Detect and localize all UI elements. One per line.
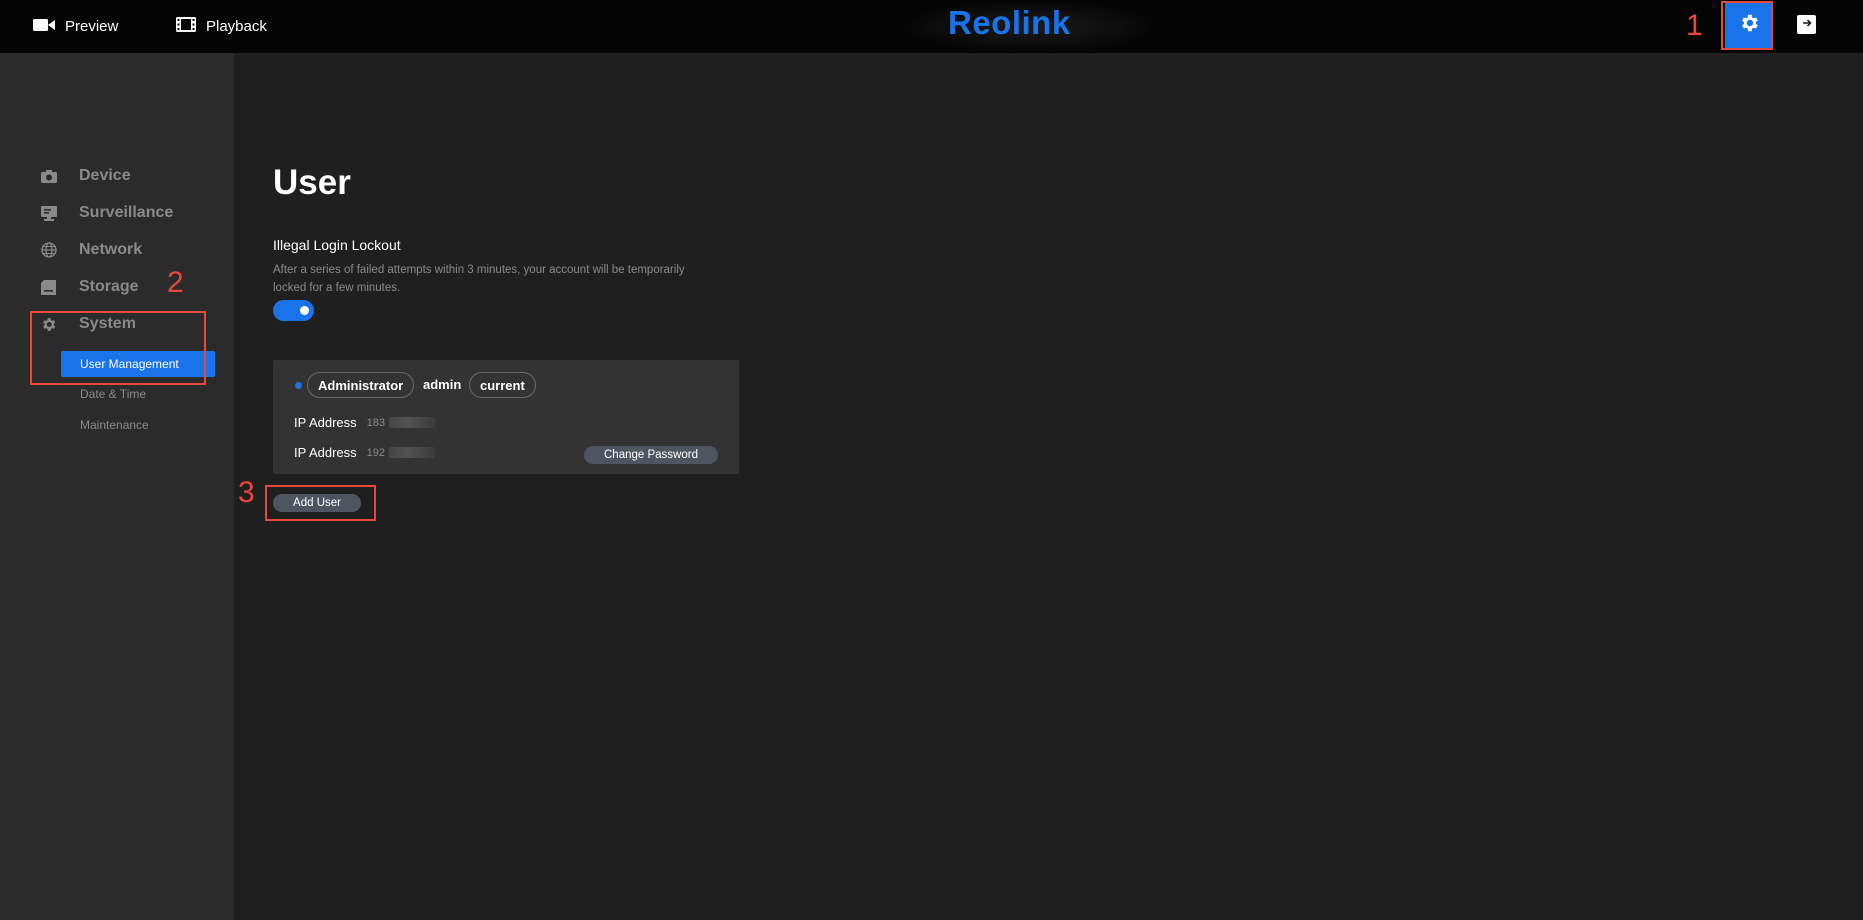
globe-icon <box>40 242 57 259</box>
status-dot <box>295 382 302 389</box>
annotation-box-add-user <box>265 485 376 521</box>
nav-preview[interactable]: Preview <box>33 0 118 53</box>
ip-row: IP Address 183 <box>294 415 435 430</box>
ip-value: 183 <box>367 417 435 429</box>
ip-redaction <box>389 417 435 428</box>
monitor-icon <box>40 205 57 222</box>
lockout-toggle[interactable] <box>273 300 314 321</box>
ip-redaction <box>389 447 435 458</box>
current-tag: current <box>469 372 536 398</box>
annotation-box-system <box>30 311 206 385</box>
ip-row: IP Address 192 <box>294 445 435 460</box>
username: admin <box>423 377 462 392</box>
sidebar-item-storage[interactable]: Storage <box>40 278 139 296</box>
sidebar-item-network[interactable]: Network <box>40 241 142 259</box>
ip-label: IP Address <box>294 445 357 460</box>
change-password-button[interactable]: Change Password <box>584 446 718 464</box>
ip-value-text: 183 <box>366 416 385 429</box>
nav-playback-label: Playback <box>206 18 267 35</box>
video-camera-icon <box>33 18 55 36</box>
sidebar-item-label: Network <box>79 241 143 258</box>
reolink-logo: Reolink <box>948 4 1071 41</box>
toggle-knob <box>300 306 309 315</box>
logout-arrow-icon <box>1801 16 1813 34</box>
page-title: User <box>273 163 351 202</box>
annotation-box-settings <box>1721 1 1773 50</box>
lockout-label: Illegal Login Lockout <box>273 237 401 253</box>
logout-button[interactable] <box>1797 15 1816 34</box>
storage-icon <box>40 279 57 296</box>
role-tag: Administrator <box>307 372 415 398</box>
user-card: Administrator admin current IP Address 1… <box>273 360 739 474</box>
camera-icon <box>40 168 57 185</box>
sidebar-item-label: Storage <box>79 278 139 295</box>
nav-preview-label: Preview <box>65 18 119 35</box>
sidebar-item-label: Device <box>79 167 131 184</box>
ip-value: 192 <box>367 447 435 459</box>
annotation-number-3: 3 <box>238 476 255 509</box>
sidebar-item-label: Surveillance <box>79 204 174 221</box>
settings-sidebar: Device Surveillance Network Storage Syst… <box>0 53 234 920</box>
ip-value-text: 192 <box>366 446 385 459</box>
nav-playback[interactable]: Playback <box>176 0 267 53</box>
sidebar-subitem-maintenance[interactable]: Maintenance <box>80 418 149 432</box>
sidebar-item-surveillance[interactable]: Surveillance <box>40 204 173 222</box>
annotation-number-1: 1 <box>1686 9 1703 42</box>
film-icon <box>176 17 196 36</box>
top-bar: Preview Playback Reolink <box>0 0 1863 53</box>
sidebar-subitem-date-time[interactable]: Date & Time <box>80 387 146 401</box>
lockout-description: After a series of failed attempts within… <box>273 264 685 294</box>
sidebar-item-device[interactable]: Device <box>40 167 131 185</box>
annotation-number-2: 2 <box>167 266 184 299</box>
ip-label: IP Address <box>294 415 357 430</box>
